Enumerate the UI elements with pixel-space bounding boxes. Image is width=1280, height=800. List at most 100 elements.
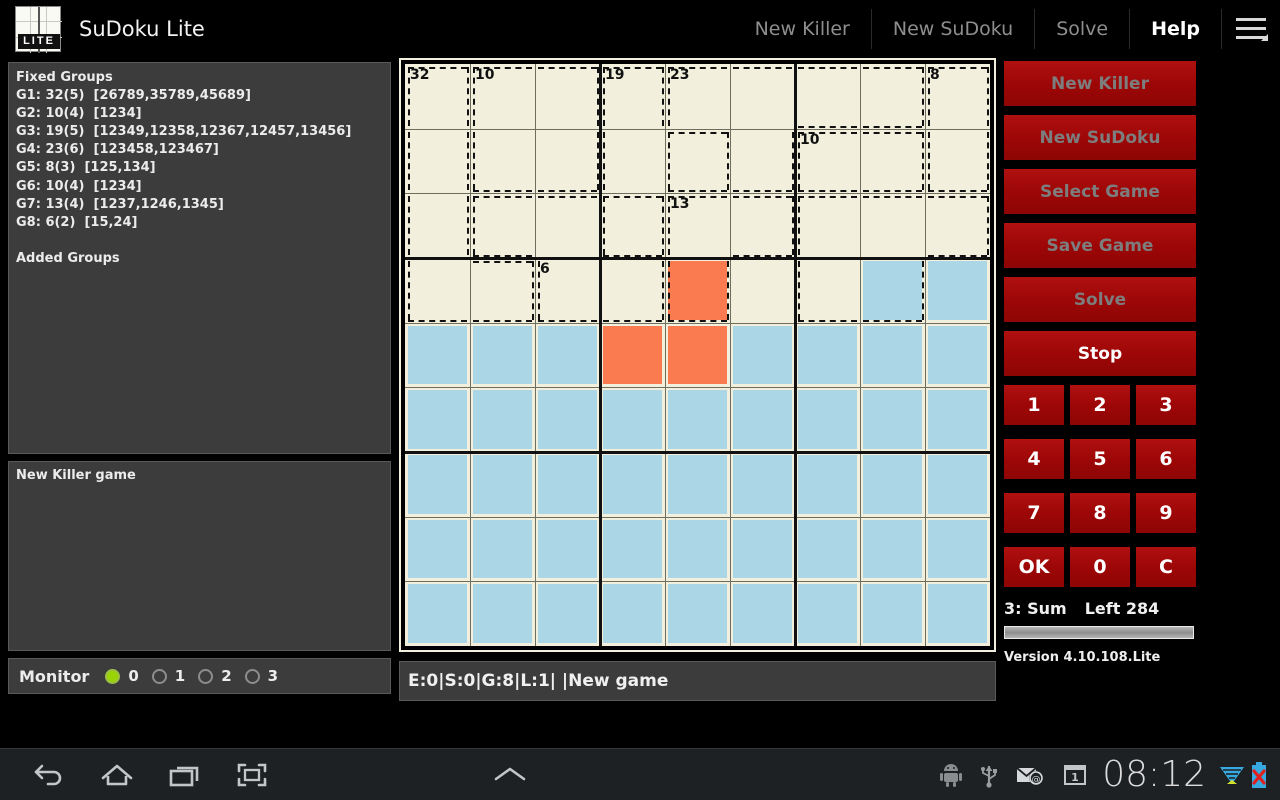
monitor-radio-1[interactable]: 1 xyxy=(151,667,185,685)
grid-cell-r9c6[interactable] xyxy=(730,581,795,646)
monitor-radio-0[interactable]: 0 xyxy=(105,667,139,685)
grid-cell-r2c2[interactable] xyxy=(470,128,535,194)
home-icon[interactable] xyxy=(100,762,134,788)
grid-cell-r8c9[interactable] xyxy=(925,516,990,582)
grid-cell-r4c6[interactable] xyxy=(730,258,795,323)
appbar-new-killer[interactable]: New Killer xyxy=(734,8,872,49)
grid-cell-r2c9[interactable] xyxy=(925,128,990,194)
grid-cell-r3c8[interactable] xyxy=(860,193,925,258)
appbar-new-sudoku[interactable]: New SuDoku xyxy=(872,8,1036,49)
grid-cell-r7c1[interactable] xyxy=(405,452,470,517)
grid-cell-r9c4[interactable] xyxy=(600,581,665,646)
key-5[interactable]: 5 xyxy=(1070,439,1130,479)
grid-cell-r6c3[interactable] xyxy=(535,387,600,452)
appbar-solve[interactable]: Solve xyxy=(1035,8,1131,49)
grid-cell-r4c4[interactable] xyxy=(600,258,665,323)
grid-cell-r3c6[interactable] xyxy=(730,193,795,258)
monitor-radio-2[interactable]: 2 xyxy=(198,667,232,685)
grid-cell-r4c1[interactable] xyxy=(405,258,470,323)
grid-cell-r2c1[interactable] xyxy=(405,128,470,194)
key-9[interactable]: 9 xyxy=(1136,493,1196,533)
expand-chevron-icon[interactable] xyxy=(490,764,530,786)
solve-button[interactable]: Solve xyxy=(1004,277,1196,322)
sudoku-grid[interactable]: 32 10 19 23 8 10 13 6 xyxy=(405,64,990,646)
grid-cell-r5c7[interactable] xyxy=(795,322,860,388)
grid-cell-r7c9[interactable] xyxy=(925,452,990,517)
key-7[interactable]: 7 xyxy=(1004,493,1064,533)
grid-cell-r4c8[interactable] xyxy=(860,258,925,323)
hamburger-menu-icon[interactable] xyxy=(1222,9,1280,49)
grid-cell-r4c5[interactable] xyxy=(665,258,730,323)
grid-cell-r6c1[interactable] xyxy=(405,387,470,452)
grid-cell-r9c1[interactable] xyxy=(405,581,470,646)
grid-cell-r4c2[interactable] xyxy=(470,258,535,323)
grid-cell-r3c3[interactable] xyxy=(535,193,600,258)
grid-cell-r6c2[interactable] xyxy=(470,387,535,452)
key-4[interactable]: 4 xyxy=(1004,439,1064,479)
grid-cell-r2c8[interactable] xyxy=(860,128,925,194)
grid-cell-r8c4[interactable] xyxy=(600,516,665,582)
grid-cell-r7c3[interactable] xyxy=(535,452,600,517)
grid-cell-r1c8[interactable] xyxy=(860,64,925,129)
grid-cell-r8c3[interactable] xyxy=(535,516,600,582)
grid-cell-r9c9[interactable] xyxy=(925,581,990,646)
grid-cell-r2c3[interactable] xyxy=(535,128,600,194)
grid-cell-r3c4[interactable] xyxy=(600,193,665,258)
new-killer-button[interactable]: New Killer xyxy=(1004,61,1196,106)
grid-cell-r8c1[interactable] xyxy=(405,516,470,582)
grid-cell-r1c6[interactable] xyxy=(730,64,795,129)
grid-cell-r6c4[interactable] xyxy=(600,387,665,452)
back-arrow-icon[interactable] xyxy=(34,762,66,788)
grid-cell-r3c1[interactable] xyxy=(405,193,470,258)
save-game-button[interactable]: Save Game xyxy=(1004,223,1196,268)
grid-cell-r7c6[interactable] xyxy=(730,452,795,517)
grid-cell-r5c9[interactable] xyxy=(925,322,990,388)
grid-cell-r5c1[interactable] xyxy=(405,322,470,388)
grid-cell-r7c2[interactable] xyxy=(470,452,535,517)
grid-cell-r7c7[interactable] xyxy=(795,452,860,517)
grid-cell-r7c5[interactable] xyxy=(665,452,730,517)
grid-cell-r3c7[interactable] xyxy=(795,193,860,258)
grid-cell-r7c8[interactable] xyxy=(860,452,925,517)
key-3[interactable]: 3 xyxy=(1136,385,1196,425)
grid-cell-r9c7[interactable] xyxy=(795,581,860,646)
grid-cell-r3c9[interactable] xyxy=(925,193,990,258)
grid-cell-r5c2[interactable] xyxy=(470,322,535,388)
grid-cell-r7c4[interactable] xyxy=(600,452,665,517)
screenshot-icon[interactable] xyxy=(236,762,268,788)
stop-button[interactable]: Stop xyxy=(1004,331,1196,376)
grid-cell-r5c3[interactable] xyxy=(535,322,600,388)
grid-cell-r4c7[interactable] xyxy=(795,258,860,323)
new-sudoku-button[interactable]: New SuDoku xyxy=(1004,115,1196,160)
sudoku-board-container[interactable]: 32 10 19 23 8 10 13 6 xyxy=(399,58,996,652)
key-2[interactable]: 2 xyxy=(1070,385,1130,425)
grid-cell-r8c6[interactable] xyxy=(730,516,795,582)
grid-cell-r5c8[interactable] xyxy=(860,322,925,388)
grid-cell-r9c8[interactable] xyxy=(860,581,925,646)
grid-cell-r9c2[interactable] xyxy=(470,581,535,646)
key-1[interactable]: 1 xyxy=(1004,385,1064,425)
grid-cell-r6c5[interactable] xyxy=(665,387,730,452)
grid-cell-r2c6[interactable] xyxy=(730,128,795,194)
key-clear[interactable]: C xyxy=(1136,547,1196,587)
key-8[interactable]: 8 xyxy=(1070,493,1130,533)
grid-cell-r9c5[interactable] xyxy=(665,581,730,646)
key-ok[interactable]: OK xyxy=(1004,547,1064,587)
grid-cell-r1c7[interactable] xyxy=(795,64,860,129)
grid-cell-r8c7[interactable] xyxy=(795,516,860,582)
grid-cell-r3c2[interactable] xyxy=(470,193,535,258)
grid-cell-r6c6[interactable] xyxy=(730,387,795,452)
key-6[interactable]: 6 xyxy=(1136,439,1196,479)
grid-cell-r1c3[interactable] xyxy=(535,64,600,129)
grid-cell-r5c6[interactable] xyxy=(730,322,795,388)
grid-cell-r2c5[interactable] xyxy=(665,128,730,194)
grid-cell-r6c9[interactable] xyxy=(925,387,990,452)
key-0[interactable]: 0 xyxy=(1070,547,1130,587)
grid-cell-r8c5[interactable] xyxy=(665,516,730,582)
select-game-button[interactable]: Select Game xyxy=(1004,169,1196,214)
grid-cell-r6c8[interactable] xyxy=(860,387,925,452)
recent-apps-icon[interactable] xyxy=(168,762,202,788)
grid-cell-r5c5[interactable] xyxy=(665,322,730,388)
grid-cell-r2c4[interactable] xyxy=(600,128,665,194)
grid-cell-r4c9[interactable] xyxy=(925,258,990,323)
